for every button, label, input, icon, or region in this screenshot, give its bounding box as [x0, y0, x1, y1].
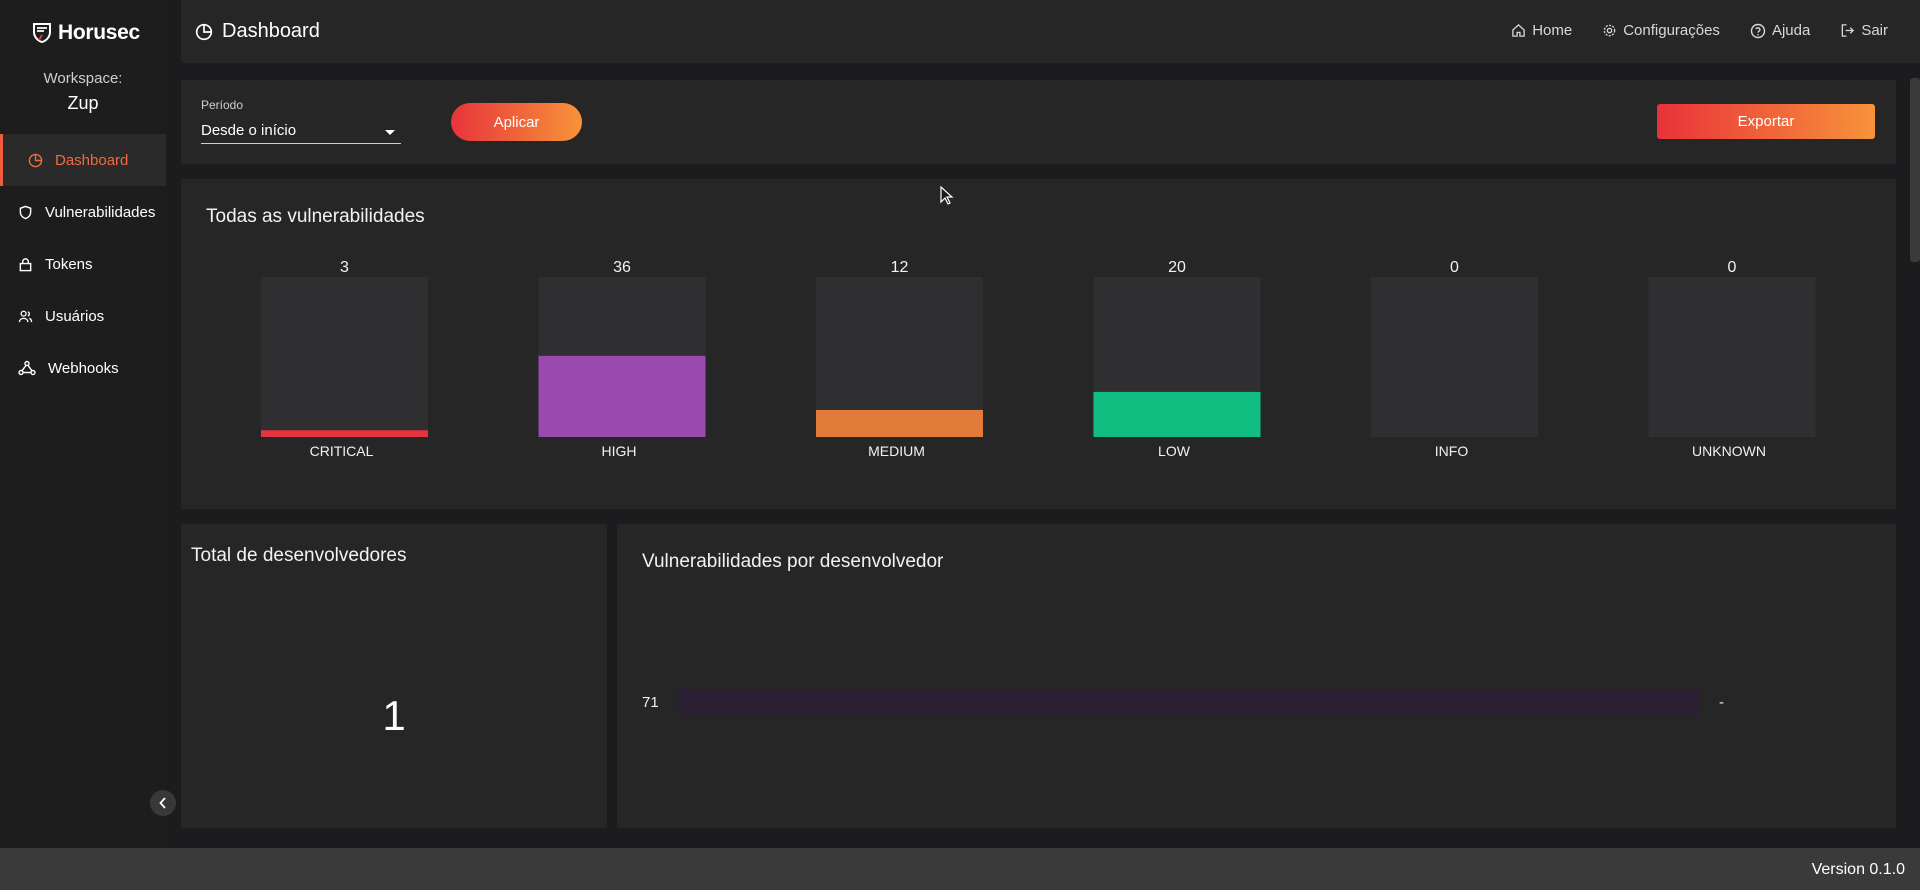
top-bar: Dashboard Home Configurações Ajuda Sair [181, 0, 1920, 63]
horusec-logo[interactable]: Horusec [32, 21, 140, 45]
sidebar: Horusec Workspace: Zup Dashboard Vulnera… [0, 0, 166, 848]
developer-bar[interactable] [677, 689, 1699, 715]
period-label: Período [201, 98, 244, 112]
nav-ajuda-label: Ajuda [1771, 22, 1811, 39]
bar-critical[interactable] [261, 430, 428, 437]
app-name: Horusec [58, 21, 140, 44]
bar-label-critical: CRITICAL [310, 443, 374, 459]
chevron-left-icon [159, 797, 166, 809]
nav-configuracoes-label: Configurações [1623, 22, 1720, 39]
mouse-cursor-icon [940, 186, 954, 205]
bar-label-low: LOW [1158, 443, 1191, 459]
sidebar-item-label: Vulnerabilidades [45, 203, 156, 221]
version-label: Version 0.1.0 [1811, 861, 1905, 878]
sidebar-item-webhooks[interactable]: Webhooks [0, 342, 166, 394]
severity-bar-chart: 3 CRITICAL 36 HIGH 12 MEDIUM 20 LOW 0 INFO 0 UNKNOW… [261, 259, 1816, 459]
period-value: Desde o início [201, 122, 297, 139]
nav-sair-label: Sair [1861, 22, 1888, 39]
collapse-sidebar-button[interactable] [150, 790, 176, 816]
home-icon [1512, 23, 1525, 37]
bar-value-high: 36 [613, 259, 631, 276]
nav-sair[interactable]: Sair [1840, 22, 1888, 39]
nav-home-label: Home [1532, 22, 1573, 39]
page-scrollbar[interactable] [1910, 78, 1920, 262]
sidebar-item-label: Webhooks [48, 359, 119, 377]
developer-bar-value: 71 [642, 694, 659, 711]
bar-low[interactable] [1093, 391, 1261, 437]
footer: Version 0.1.0 [0, 848, 1920, 890]
gear-icon [1603, 24, 1616, 37]
page-title-text: Dashboard [222, 20, 320, 42]
bar-value-critical: 3 [340, 259, 349, 276]
page-title: Dashboard [195, 20, 320, 43]
bar-value-medium: 12 [891, 259, 909, 276]
pie-chart-icon [195, 23, 213, 40]
shield-icon [19, 205, 32, 219]
horusec-shield-icon [33, 23, 51, 44]
workspace-name[interactable]: Zup [0, 93, 166, 114]
bar-label-info: INFO [1435, 443, 1469, 459]
nav-configuracoes[interactable]: Configurações [1602, 22, 1720, 39]
bar-value-info: 0 [1450, 259, 1459, 276]
sidebar-item-dashboard[interactable]: Dashboard [0, 134, 166, 186]
pie-chart-icon [28, 153, 43, 167]
total-developers-title: Total de desenvolvedores [191, 545, 407, 566]
period-select[interactable]: Desde o início [201, 118, 401, 144]
sidebar-nav: Dashboard Vulnerabilidades Tokens Usuári… [0, 134, 166, 394]
sidebar-item-vulnerabilidades[interactable]: Vulnerabilidades [0, 186, 166, 238]
bar-track-unknown [1648, 277, 1816, 437]
bar-medium[interactable] [816, 409, 983, 437]
sidebar-item-usuarios[interactable]: Usuários [0, 290, 166, 342]
sidebar-item-tokens[interactable]: Tokens [0, 238, 166, 290]
apply-button[interactable]: Aplicar [451, 103, 582, 141]
all-vulnerabilities-panel: Todas as vulnerabilidades 3 CRITICAL 36 HIG… [181, 179, 1896, 509]
top-nav: Home Configurações Ajuda Sair [1511, 22, 1888, 39]
bar-value-unknown: 0 [1728, 259, 1737, 276]
lock-icon [19, 257, 32, 271]
webhook-icon [18, 360, 36, 376]
total-developers-value: 1 [382, 692, 406, 739]
caret-down-icon [385, 130, 395, 135]
bar-label-medium: MEDIUM [868, 443, 925, 459]
sidebar-item-label: Tokens [45, 255, 93, 273]
sidebar-item-label: Dashboard [55, 151, 129, 169]
vulns-per-developer-panel: Vulnerabilidades por desenvolvedor 71- [617, 524, 1896, 828]
nav-ajuda[interactable]: Ajuda [1750, 22, 1810, 39]
sidebar-item-label: Usuários [45, 307, 105, 325]
bar-label-high: HIGH [602, 443, 637, 459]
bar-value-low: 20 [1168, 259, 1186, 276]
filter-panel: Período Desde o início Aplicar Exportar [181, 80, 1896, 164]
nav-home[interactable]: Home [1511, 22, 1572, 39]
export-button[interactable]: Exportar [1657, 104, 1875, 139]
developer-bar-label: - [1719, 694, 1724, 711]
logout-icon [1842, 24, 1855, 37]
bar-label-unknown: UNKNOWN [1692, 443, 1766, 459]
developer-bar-chart: 71 - [642, 689, 1724, 715]
help-icon [1750, 23, 1766, 38]
bar-track-critical [261, 277, 428, 437]
workspace-label: Workspace: [43, 70, 123, 87]
bar-track-info [1371, 277, 1538, 437]
total-developers-panel: Total de desenvolvedores 1 [181, 524, 607, 828]
users-icon [18, 310, 33, 322]
bar-high[interactable] [538, 355, 706, 437]
